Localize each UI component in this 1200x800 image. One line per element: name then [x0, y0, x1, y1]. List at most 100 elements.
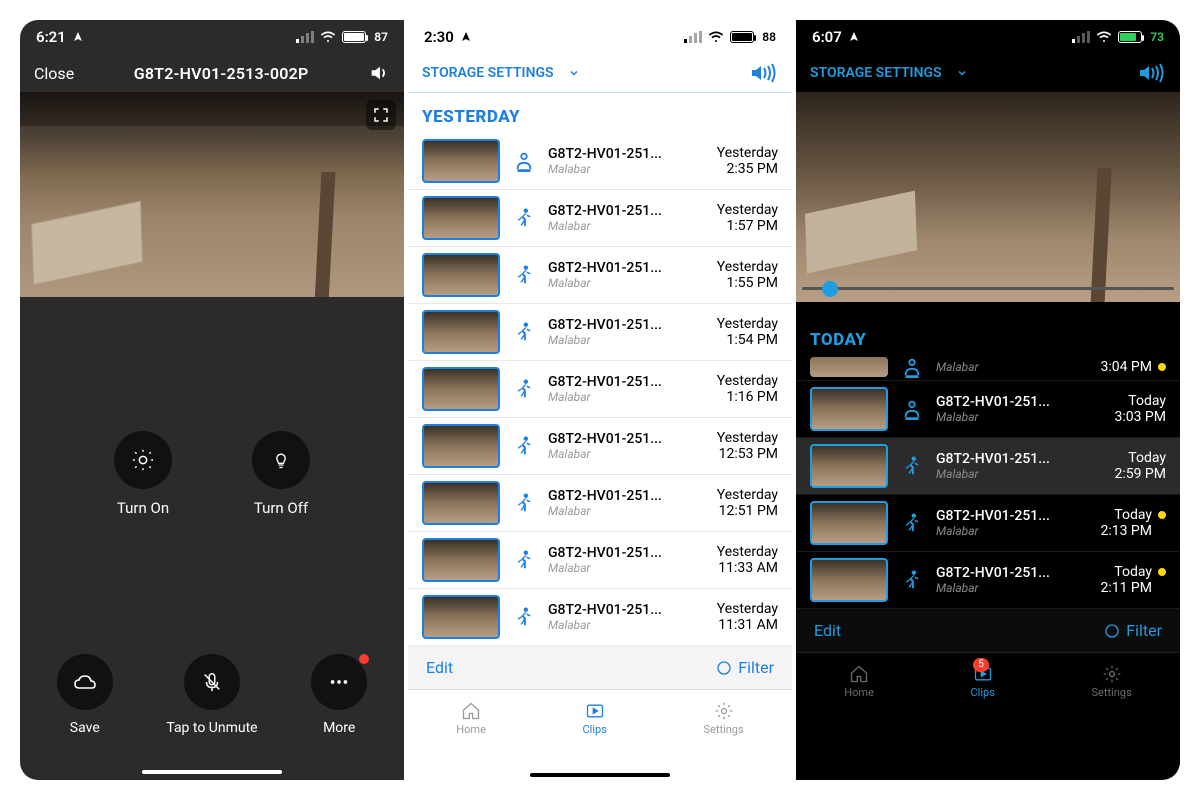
- scrubber[interactable]: [796, 278, 1180, 298]
- status-bar: 6:07 73: [796, 20, 1180, 54]
- turn-on-button[interactable]: Turn On: [114, 431, 172, 517]
- list-toolbar: Edit Filter: [408, 646, 792, 689]
- clip-name: G8T2-HV01-251...: [548, 488, 707, 504]
- chevron-down-icon[interactable]: [568, 67, 580, 79]
- tab-clips[interactable]: 5 Clips: [971, 664, 995, 699]
- clip-thumbnail[interactable]: [422, 196, 500, 240]
- clip-location: Malabar: [936, 360, 1090, 374]
- speaker-loud-icon[interactable]: [750, 62, 778, 84]
- turn-off-label: Turn Off: [254, 499, 308, 517]
- tab-settings[interactable]: Settings: [1092, 664, 1132, 699]
- home-indicator[interactable]: [530, 773, 670, 777]
- clip-info: G8T2-HV01-251...Malabar: [936, 394, 1104, 424]
- fullscreen-button[interactable]: [366, 100, 396, 130]
- clip-list[interactable]: G8T2-HV01-251...MalabarYesterday2:35 PMG…: [408, 133, 792, 646]
- save-button[interactable]: Save: [57, 654, 113, 736]
- turn-off-button[interactable]: Turn Off: [252, 431, 310, 517]
- clip-row[interactable]: G8T2-HV01-251...MalabarYesterday12:51 PM: [408, 475, 792, 532]
- clip-thumbnail[interactable]: [422, 481, 500, 525]
- clip-list[interactable]: Malabar3:04 PMG8T2-HV01-251...MalabarTod…: [796, 354, 1180, 609]
- clip-row[interactable]: G8T2-HV01-251...MalabarYesterday1:16 PM: [408, 361, 792, 418]
- edit-button[interactable]: Edit: [426, 658, 453, 677]
- clip-row[interactable]: G8T2-HV01-251...MalabarYesterday2:35 PM: [408, 133, 792, 190]
- clip-thumbnail[interactable]: [810, 444, 888, 488]
- phone-clips-dark: 6:07 73 STORAGE SETTINGS: [796, 20, 1180, 780]
- motion-icon: [510, 207, 538, 229]
- person-icon: [510, 150, 538, 172]
- clip-row[interactable]: G8T2-HV01-251...MalabarYesterday1:55 PM: [408, 247, 792, 304]
- clip-time: Yesterday11:33 AM: [717, 544, 778, 576]
- tab-clips[interactable]: Clips: [583, 701, 607, 736]
- unmute-button[interactable]: Tap to Unmute: [166, 654, 257, 736]
- filter-button[interactable]: Filter: [716, 658, 774, 677]
- clip-thumbnail[interactable]: [422, 367, 500, 411]
- wifi-icon: [1096, 31, 1112, 43]
- motion-icon: [510, 549, 538, 571]
- clip-video[interactable]: [796, 92, 1180, 302]
- clip-row[interactable]: Malabar3:04 PM: [796, 354, 1180, 381]
- clip-location: Malabar: [936, 410, 1104, 424]
- notification-dot: [359, 654, 369, 664]
- clip-row[interactable]: G8T2-HV01-251...MalabarToday2:11 PM: [796, 552, 1180, 609]
- clip-thumbnail[interactable]: [810, 357, 888, 377]
- clip-row[interactable]: G8T2-HV01-251...Malabar Yesterday11:33 AM: [408, 532, 792, 589]
- clip-row[interactable]: G8T2-HV01-251...MalabarYesterday11:31 AM: [408, 589, 792, 646]
- clip-thumbnail[interactable]: [422, 538, 500, 582]
- home-indicator[interactable]: [142, 770, 282, 774]
- cloud-icon: [73, 671, 97, 693]
- more-button[interactable]: More: [311, 654, 367, 736]
- clip-info: G8T2-HV01-251...Malabar: [936, 508, 1090, 538]
- battery-icon: [730, 31, 754, 43]
- motion-icon: [510, 321, 538, 343]
- unread-dot: [1158, 511, 1166, 519]
- unmute-label: Tap to Unmute: [166, 720, 257, 736]
- clip-row[interactable]: G8T2-HV01-251...MalabarYesterday1:54 PM: [408, 304, 792, 361]
- clip-info: G8T2-HV01-251...Malabar: [548, 545, 707, 575]
- clip-thumbnail[interactable]: [422, 424, 500, 468]
- more-icon: [328, 671, 350, 693]
- speaker-loud-icon[interactable]: [1138, 62, 1166, 84]
- clip-thumbnail[interactable]: [810, 501, 888, 545]
- clip-name: G8T2-HV01-251...: [548, 203, 707, 219]
- clip-thumbnail[interactable]: [422, 595, 500, 639]
- clip-row[interactable]: G8T2-HV01-251...MalabarYesterday1:57 PM: [408, 190, 792, 247]
- storage-settings-button[interactable]: STORAGE SETTINGS: [810, 65, 942, 81]
- tab-home[interactable]: Home: [844, 664, 874, 699]
- clip-location: Malabar: [548, 276, 707, 290]
- clip-row[interactable]: G8T2-HV01-251...MalabarYesterday12:53 PM: [408, 418, 792, 475]
- clip-thumbnail[interactable]: [810, 558, 888, 602]
- chevron-down-icon[interactable]: [956, 67, 968, 79]
- clip-thumbnail[interactable]: [422, 253, 500, 297]
- tab-home[interactable]: Home: [456, 701, 486, 736]
- clip-row[interactable]: G8T2-HV01-251...MalabarToday3:03 PM: [796, 381, 1180, 438]
- clip-info: G8T2-HV01-251...Malabar: [548, 317, 707, 347]
- clip-location: Malabar: [936, 467, 1104, 481]
- clip-row[interactable]: G8T2-HV01-251...MalabarToday2:13 PM: [796, 495, 1180, 552]
- clip-location: Malabar: [936, 581, 1090, 595]
- section-label: YESTERDAY: [408, 93, 792, 133]
- motion-icon: [898, 569, 926, 591]
- battery-percent: 87: [374, 30, 388, 44]
- speaker-icon[interactable]: [368, 62, 390, 84]
- motion-icon: [898, 512, 926, 534]
- clip-row[interactable]: G8T2-HV01-251...MalabarToday2:59 PM: [796, 438, 1180, 495]
- clip-thumbnail[interactable]: [422, 139, 500, 183]
- wifi-icon: [320, 31, 336, 43]
- cellular-icon: [684, 31, 702, 43]
- clip-thumbnail[interactable]: [810, 387, 888, 431]
- motion-icon: [898, 455, 926, 477]
- close-button[interactable]: Close: [34, 64, 74, 83]
- storage-settings-button[interactable]: STORAGE SETTINGS: [422, 65, 554, 81]
- tab-settings[interactable]: Settings: [704, 701, 744, 736]
- wifi-icon: [708, 31, 724, 43]
- clip-info: G8T2-HV01-251...Malabar: [936, 451, 1104, 481]
- more-label: More: [323, 720, 355, 736]
- person-icon: [898, 356, 926, 378]
- live-video[interactable]: [20, 92, 404, 297]
- edit-button[interactable]: Edit: [814, 621, 841, 640]
- scrubber-thumb[interactable]: [822, 281, 838, 297]
- filter-button[interactable]: Filter: [1104, 621, 1162, 640]
- phone-clips-light: 2:30 88 STORAGE SETTINGS YESTERDAY G8T2-…: [408, 20, 792, 780]
- clip-name: G8T2-HV01-251...: [548, 545, 707, 561]
- clip-thumbnail[interactable]: [422, 310, 500, 354]
